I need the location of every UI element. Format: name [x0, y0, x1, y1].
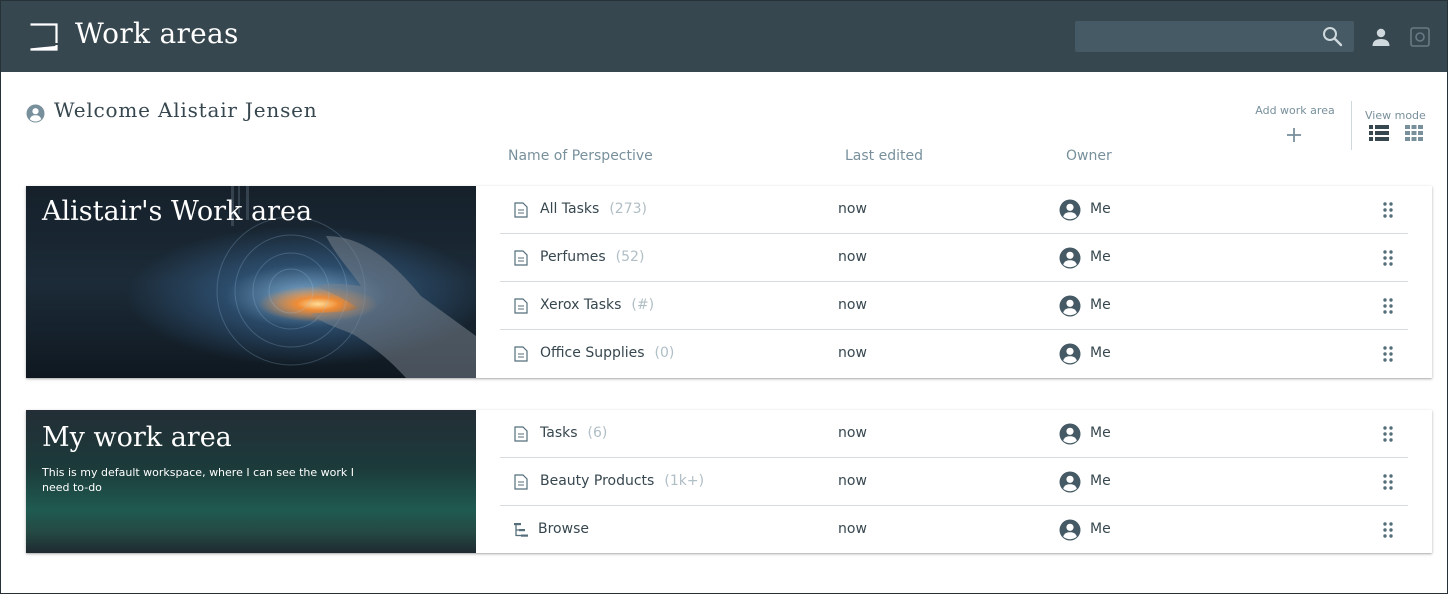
view-mode-switcher: View mode	[1365, 104, 1435, 141]
search-input[interactable]	[1075, 21, 1354, 52]
owner-name: Me	[1090, 473, 1111, 489]
perspective-name[interactable]: Beauty Products (1k+)	[540, 473, 704, 489]
work-area-banner[interactable]: Alistair's Work area	[26, 186, 476, 378]
drag-handle-icon[interactable]	[1382, 521, 1394, 539]
perspective-label: All Tasks	[540, 201, 600, 217]
perspective-name[interactable]: Xerox Tasks (#)	[540, 297, 654, 313]
perspective-count: (0)	[654, 345, 675, 361]
document-icon	[514, 250, 528, 266]
perspective-label: Browse	[538, 521, 589, 537]
add-work-area-button[interactable]: Add work area	[1251, 104, 1339, 142]
perspective-count: (52)	[615, 249, 645, 265]
table-row[interactable]: All Tasks (273) now Me	[500, 186, 1408, 234]
drag-handle-icon[interactable]	[1382, 297, 1394, 315]
table-row[interactable]: Tasks (6) now Me	[500, 410, 1408, 458]
document-icon	[514, 202, 528, 218]
table-row[interactable]: Xerox Tasks (#) now Me	[500, 282, 1408, 330]
last-edited: now	[838, 345, 867, 361]
last-edited: now	[838, 201, 867, 217]
drag-handle-icon[interactable]	[1382, 249, 1394, 267]
owner-avatar-icon	[1059, 519, 1081, 541]
perspective-count: (1k+)	[664, 473, 705, 489]
last-edited: now	[838, 473, 867, 489]
page-title: Work areas	[75, 17, 239, 50]
document-icon	[514, 298, 528, 314]
owner-avatar-icon	[1059, 471, 1081, 493]
work-area-banner[interactable]: My work area This is my default workspac…	[26, 410, 476, 553]
perspective-name[interactable]: Tasks (6)	[540, 425, 607, 441]
perspective-label: Beauty Products	[540, 473, 655, 489]
last-edited: now	[838, 297, 867, 313]
table-row[interactable]: Office Supplies (0) now Me	[500, 330, 1408, 378]
perspective-count: (6)	[587, 425, 608, 441]
view-mode-label: View mode	[1365, 109, 1426, 122]
owner-name: Me	[1090, 201, 1111, 217]
perspective-name[interactable]: Perfumes (52)	[540, 249, 644, 265]
last-edited: now	[838, 521, 867, 537]
search-icon[interactable]	[1322, 26, 1343, 47]
owner-name: Me	[1090, 425, 1111, 441]
drag-handle-icon[interactable]	[1382, 425, 1394, 443]
owner-name: Me	[1090, 521, 1111, 537]
toolbar-divider	[1351, 101, 1352, 150]
top-bar: Work areas	[1, 1, 1447, 72]
perspective-name[interactable]: Office Supplies (0)	[540, 345, 674, 361]
last-edited: now	[838, 425, 867, 441]
owner-avatar-icon	[1059, 423, 1081, 445]
owner-avatar-icon	[1059, 343, 1081, 365]
plus-icon[interactable]	[1285, 126, 1303, 144]
perspective-name[interactable]: All Tasks (273)	[540, 201, 647, 217]
work-area-card: My work area This is my default workspac…	[26, 410, 1432, 553]
app-logo-icon[interactable]	[29, 23, 58, 51]
last-edited: now	[838, 249, 867, 265]
column-header-name[interactable]: Name of Perspective	[508, 148, 653, 164]
column-header-owner[interactable]: Owner	[1066, 148, 1112, 164]
owner-avatar-icon	[1059, 295, 1081, 317]
grid-view-icon[interactable]	[1405, 124, 1423, 142]
perspective-label: Tasks	[540, 425, 578, 441]
owner-name: Me	[1090, 345, 1111, 361]
user-icon[interactable]	[1371, 27, 1391, 47]
document-icon	[514, 426, 528, 442]
perspective-label: Office Supplies	[540, 345, 645, 361]
document-icon	[514, 474, 528, 490]
gear-icon[interactable]	[1409, 26, 1431, 48]
owner-avatar-icon	[1059, 247, 1081, 269]
table-row[interactable]: Beauty Products (1k+) now Me	[500, 458, 1408, 506]
perspective-count: (273)	[609, 201, 647, 217]
welcome-message: Welcome Alistair Jensen	[54, 98, 318, 122]
user-circle-icon	[26, 104, 45, 123]
table-row[interactable]: Browse now Me	[500, 506, 1408, 554]
perspective-label: Xerox Tasks	[540, 297, 622, 313]
perspective-name[interactable]: Browse	[538, 521, 599, 537]
perspective-label: Perfumes	[540, 249, 606, 265]
table-row[interactable]: Perfumes (52) now Me	[500, 234, 1408, 282]
drag-handle-icon[interactable]	[1382, 201, 1394, 219]
hierarchy-icon	[514, 523, 528, 537]
drag-handle-icon[interactable]	[1382, 345, 1394, 363]
column-header-last-edited[interactable]: Last edited	[845, 148, 923, 164]
work-area-title: My work area	[42, 422, 232, 453]
add-work-area-label: Add work area	[1255, 104, 1335, 117]
owner-avatar-icon	[1059, 199, 1081, 221]
work-area-card: Alistair's Work area All Tasks (273) now …	[26, 186, 1432, 378]
work-area-title: Alistair's Work area	[42, 196, 313, 227]
work-area-description: This is my default workspace, where I ca…	[42, 466, 355, 494]
perspective-count: (#)	[631, 297, 655, 313]
owner-name: Me	[1090, 249, 1111, 265]
document-icon	[514, 346, 528, 362]
drag-handle-icon[interactable]	[1382, 473, 1394, 491]
list-view-icon[interactable]	[1369, 124, 1389, 142]
owner-name: Me	[1090, 297, 1111, 313]
